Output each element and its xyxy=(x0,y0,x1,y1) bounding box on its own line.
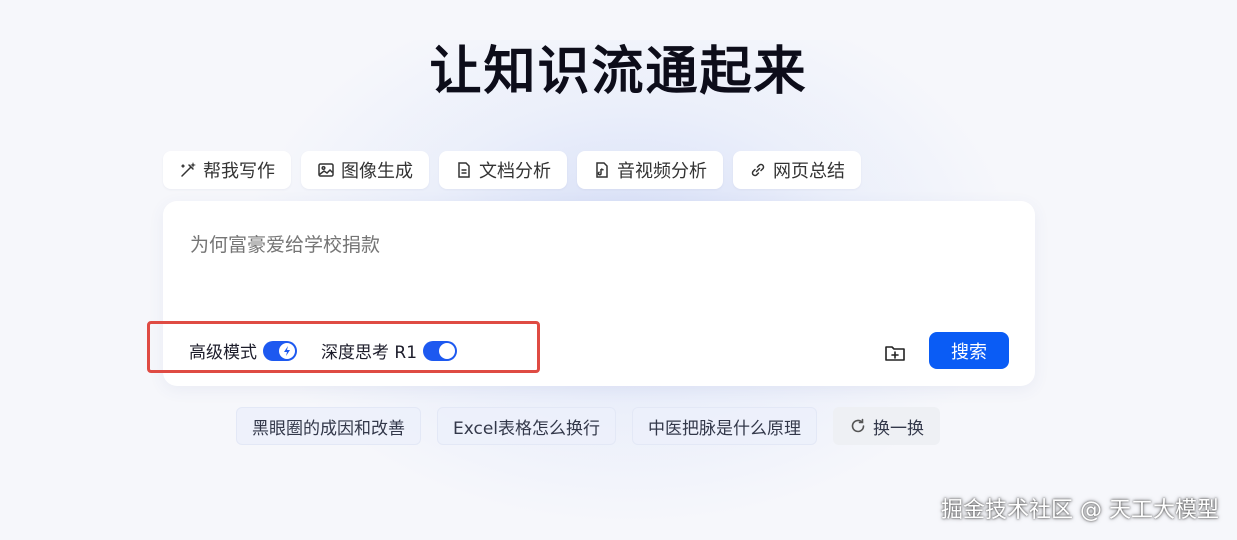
link-icon xyxy=(749,161,767,179)
tool-chip-label: 帮我写作 xyxy=(203,161,275,182)
tool-chip-webpage[interactable]: 网页总结 xyxy=(733,151,861,189)
document-icon xyxy=(455,161,473,179)
suggestions: 黑眼圈的成因和改善 Excel表格怎么换行 中医把脉是什么原理 换一换 xyxy=(236,407,956,445)
tool-chip-image[interactable]: 图像生成 xyxy=(301,151,429,189)
refresh-button[interactable]: 换一换 xyxy=(833,407,941,445)
refresh-label: 换一换 xyxy=(873,418,925,439)
advanced-mode-label: 高级模式 xyxy=(189,343,257,363)
switch-knob xyxy=(439,342,456,359)
lightning-icon xyxy=(279,342,295,359)
tool-chip-media[interactable]: 音视频分析 xyxy=(577,151,723,189)
search-card: 高级模式 深度思考 R1 搜索 xyxy=(147,201,1035,386)
suggestion-chip[interactable]: 黑眼圈的成因和改善 xyxy=(236,407,421,445)
tool-chip-label: 音视频分析 xyxy=(617,161,707,182)
deep-thinking-label: 深度思考 R1 xyxy=(321,343,418,363)
folder-add-icon xyxy=(883,341,907,365)
watermark: 掘金技术社区 @ 天工大模型 xyxy=(941,498,1219,523)
advanced-mode-switch[interactable] xyxy=(263,340,297,361)
page-title: 让知识流通起来 xyxy=(429,42,808,102)
tool-chip-label: 文档分析 xyxy=(479,161,551,182)
tool-chips: 帮我写作 图像生成 文档分析 音视频分析 网页总结 xyxy=(163,151,871,189)
image-icon xyxy=(317,161,335,179)
tool-chip-label: 图像生成 xyxy=(341,161,413,182)
suggestion-chip[interactable]: Excel表格怎么换行 xyxy=(437,407,617,445)
mode-toggles: 高级模式 深度思考 R1 xyxy=(189,338,481,363)
suggestion-chip[interactable]: 中医把脉是什么原理 xyxy=(632,407,818,445)
upload-button[interactable] xyxy=(882,340,908,366)
tool-chip-document[interactable]: 文档分析 xyxy=(439,151,567,189)
media-file-icon xyxy=(593,161,611,179)
tool-chip-writing[interactable]: 帮我写作 xyxy=(163,151,291,189)
deep-thinking-toggle[interactable]: 深度思考 R1 xyxy=(321,338,458,363)
advanced-mode-toggle[interactable]: 高级模式 xyxy=(189,338,297,363)
search-input[interactable] xyxy=(188,233,992,257)
refresh-icon xyxy=(849,417,867,435)
magic-pen-icon xyxy=(179,161,197,179)
deep-thinking-switch[interactable] xyxy=(423,340,458,361)
tool-chip-label: 网页总结 xyxy=(773,161,845,182)
search-button[interactable]: 搜索 xyxy=(929,332,1009,369)
